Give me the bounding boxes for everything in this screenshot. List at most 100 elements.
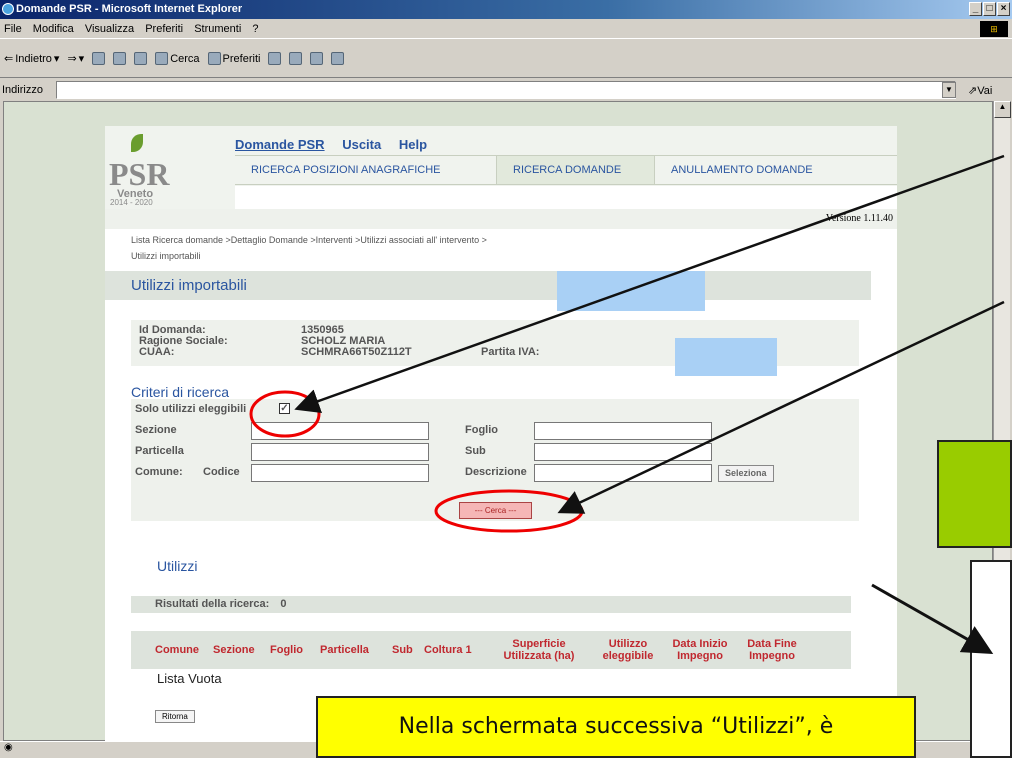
- nav-uscita[interactable]: Uscita: [342, 137, 381, 152]
- menu-bar: File Modifica Visualizza Preferiti Strum…: [0, 19, 1012, 39]
- favorites-icon: [207, 52, 221, 65]
- sezione-input[interactable]: [251, 422, 429, 440]
- descrizione-label: Descrizione: [465, 466, 527, 478]
- chevron-down-icon: ▾: [53, 53, 60, 65]
- search-icon: [155, 52, 169, 65]
- version-bar: Versione 1.11.40: [105, 209, 897, 229]
- results-label: Risultati della ricerca:: [155, 598, 270, 610]
- breadcrumb-path[interactable]: Lista Ricerca domande >Dettaglio Domande…: [131, 232, 871, 248]
- ie-icon: [2, 3, 14, 15]
- breadcrumb-current: Utilizzi importabili: [131, 251, 201, 261]
- col-foglio: Foglio: [270, 644, 303, 656]
- utilizzi-title: Utilizzi: [157, 558, 198, 574]
- solo-eleggibili-label: Solo utilizzi eleggibili: [135, 403, 247, 415]
- favorites-button[interactable]: Preferiti: [207, 52, 261, 65]
- home-icon[interactable]: [134, 52, 148, 65]
- window-title: Domande PSR - Microsoft Internet Explore…: [16, 3, 243, 15]
- ritorna-button[interactable]: Ritorna: [155, 710, 195, 723]
- status-ie-icon: ◉: [4, 742, 13, 753]
- back-arrow-icon: ⇐: [4, 53, 14, 65]
- tab-bar: RICERCA POSIZIONI ANAGRAFICHE RICERCA DO…: [235, 155, 897, 185]
- sub-input[interactable]: [534, 443, 712, 461]
- yellow-callout: Nella schermata successiva “Utilizzi”, è: [316, 696, 916, 758]
- sezione-label: Sezione: [135, 424, 177, 436]
- col-superficie: Superficie Utilizzata (ha): [503, 638, 575, 662]
- favorites-label: Preferiti: [222, 52, 261, 65]
- back-label: Indietro: [15, 52, 52, 65]
- breadcrumb: Lista Ricerca domande >Dettaglio Domande…: [131, 232, 871, 264]
- address-bar: Indirizzo ▼ ⇗Vai: [0, 79, 1012, 101]
- col-data-fine: Data Fine Impegno: [747, 638, 797, 662]
- foglio-label: Foglio: [465, 424, 498, 436]
- foglio-input[interactable]: [534, 422, 712, 440]
- go-arrow-icon: ⇗: [968, 84, 978, 97]
- results-count: 0: [280, 598, 287, 610]
- go-button[interactable]: ⇗Vai: [968, 84, 992, 97]
- version-text: Versione 1.11.40: [825, 213, 893, 224]
- back-button[interactable]: ⇐ Indietro ▾: [4, 52, 60, 66]
- page-title-text: Utilizzi importabili: [131, 277, 247, 294]
- forward-button[interactable]: ⇒ ▾: [67, 52, 84, 65]
- title-bar: Domande PSR - Microsoft Internet Explore…: [0, 0, 1012, 19]
- menu-visualizza[interactable]: Visualizza: [85, 23, 134, 35]
- solo-eleggibili-checkbox[interactable]: ✓: [279, 403, 290, 414]
- callout-text: Nella schermata successiva “Utilizzi”, è: [398, 714, 834, 739]
- col-sezione: Sezione: [213, 644, 255, 656]
- particella-input[interactable]: [251, 443, 429, 461]
- print-icon[interactable]: [310, 52, 324, 65]
- results-bar: Risultati della ricerca: 0: [131, 596, 851, 613]
- tab-annullamento-domande[interactable]: ANULLAMENTO DOMANDE: [655, 156, 897, 185]
- logo-years: 2014 - 2020: [110, 198, 153, 207]
- redaction-box: [675, 338, 777, 376]
- edit-icon[interactable]: [331, 52, 345, 65]
- col-data-inizio: Data Inizio Impegno: [672, 638, 728, 662]
- maximize-button[interactable]: □: [983, 2, 996, 16]
- address-input[interactable]: [56, 81, 956, 99]
- leaf-icon: [131, 134, 143, 152]
- address-dropdown-icon[interactable]: ▼: [942, 82, 956, 98]
- web-page: PSR Veneto 2014 - 2020 Domande PSR Uscit…: [105, 126, 897, 741]
- menu-strumenti[interactable]: Strumenti: [194, 23, 241, 35]
- page-title: Utilizzi importabili: [105, 271, 871, 300]
- psr-logo: PSR Veneto 2014 - 2020: [105, 126, 235, 209]
- cerca-button[interactable]: --- Cerca ---: [459, 502, 532, 519]
- refresh-icon[interactable]: [113, 52, 127, 65]
- go-label: Vai: [977, 84, 993, 97]
- results-table-header: Comune Sezione Foglio Particella Sub Col…: [131, 631, 851, 669]
- minimize-button[interactable]: _: [969, 2, 982, 16]
- nav-domande-psr[interactable]: Domande PSR: [235, 137, 325, 152]
- menu-modifica[interactable]: Modifica: [33, 23, 74, 35]
- stop-icon[interactable]: [92, 52, 106, 65]
- white-annotation-box: [970, 560, 1012, 758]
- close-button[interactable]: ×: [997, 2, 1010, 16]
- menu-preferiti[interactable]: Preferiti: [145, 23, 183, 35]
- browser-window: Domande PSR - Microsoft Internet Explore…: [0, 0, 1012, 758]
- cuaa-value: SCHMRA66T50Z112T: [301, 346, 412, 358]
- seleziona-button[interactable]: Seleziona: [718, 465, 774, 482]
- empty-list-text: Lista Vuota: [157, 671, 222, 686]
- cuaa-label: CUAA:: [139, 346, 175, 358]
- codice-label: Codice: [203, 466, 240, 478]
- particella-label: Particella: [135, 445, 184, 457]
- search-button[interactable]: Cerca: [155, 52, 200, 65]
- sub-label: Sub: [465, 445, 486, 457]
- tab-ricerca-domande[interactable]: RICERCA DOMANDE: [497, 156, 655, 185]
- windows-logo-icon: ⊞: [980, 21, 1008, 37]
- browser-toolbar: ⇐ Indietro ▾ ⇒ ▾ Cerca Preferiti: [0, 40, 1012, 78]
- scroll-up-icon[interactable]: ▲: [994, 101, 1011, 118]
- col-utilizzo-eleggibile: Utilizzo eleggibile: [602, 638, 654, 662]
- col-particella: Particella: [320, 644, 369, 656]
- green-annotation-box: [937, 440, 1012, 548]
- mail-icon[interactable]: [289, 52, 303, 65]
- nav-help[interactable]: Help: [399, 137, 427, 152]
- history-icon[interactable]: [268, 52, 282, 65]
- descrizione-input[interactable]: [534, 464, 712, 482]
- menu-file[interactable]: File: [4, 23, 22, 35]
- codice-input[interactable]: [251, 464, 429, 482]
- col-sub: Sub: [392, 644, 413, 656]
- search-criteria-title: Criteri di ricerca: [131, 384, 230, 400]
- redaction-box: [557, 271, 705, 311]
- tab-ricerca-posizioni[interactable]: RICERCA POSIZIONI ANAGRAFICHE: [235, 156, 497, 185]
- menu-help[interactable]: ?: [252, 23, 258, 35]
- comune-label: Comune:: [135, 466, 183, 478]
